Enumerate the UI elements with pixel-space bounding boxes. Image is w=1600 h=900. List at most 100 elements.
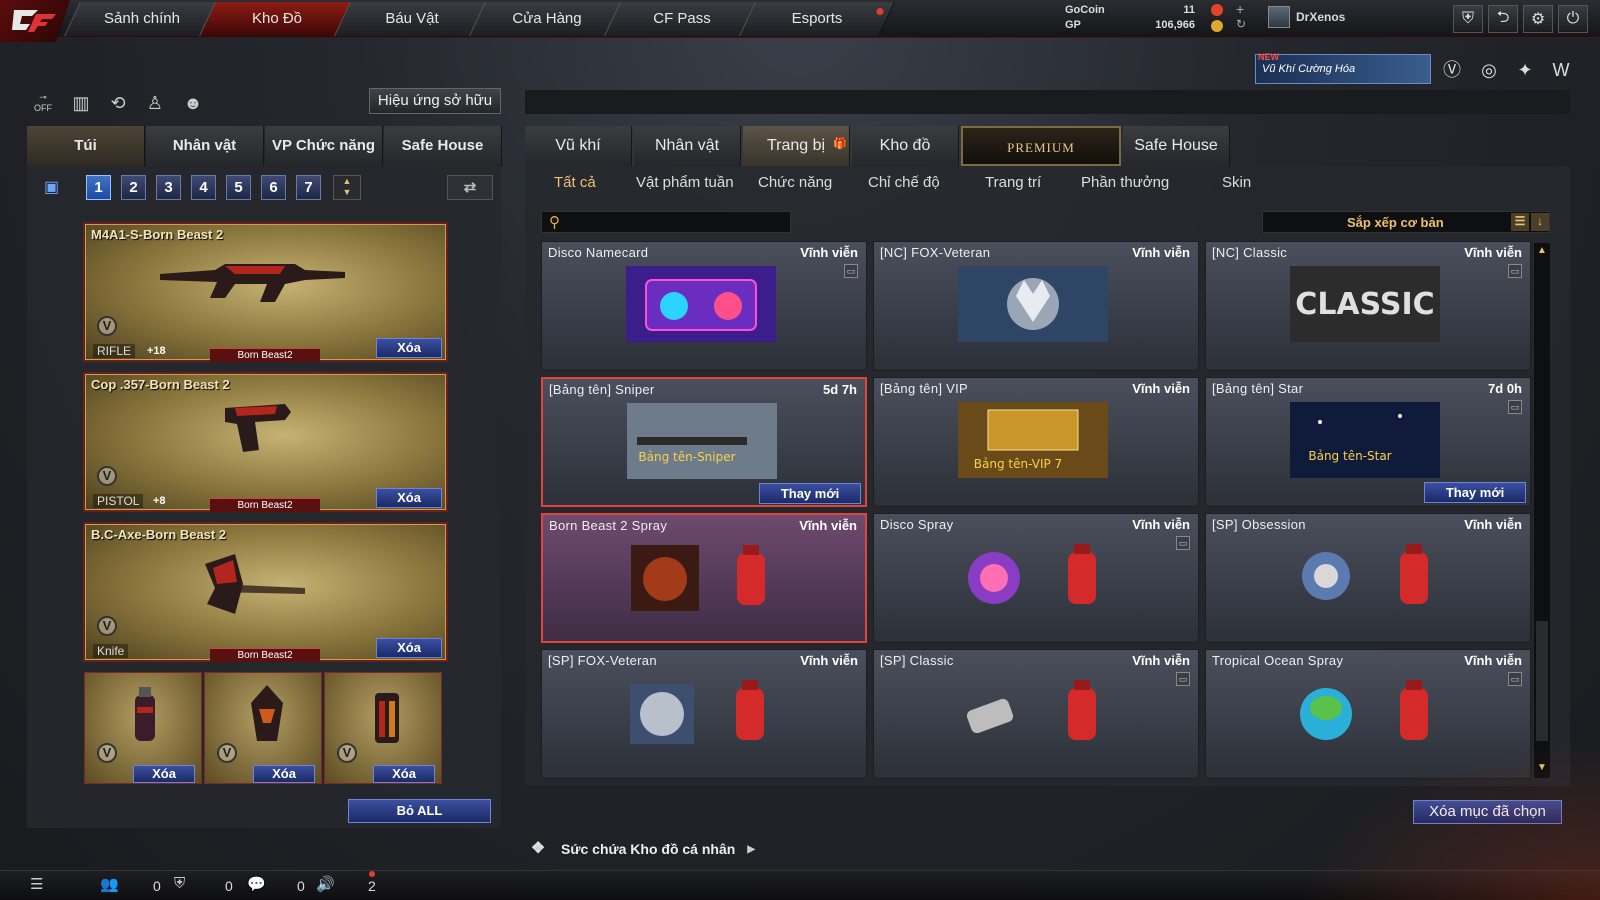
vip-icon[interactable]: Ⓥ <box>1438 56 1466 84</box>
history-icon[interactable]: ⟲ <box>105 90 131 116</box>
search-input[interactable]: ⚲ <box>541 211 791 233</box>
delete-button[interactable]: Xóa <box>373 765 435 783</box>
nav-tab-esports[interactable]: Esports <box>739 2 895 36</box>
item-card[interactable]: Tropical Ocean Spray Vĩnh viễn ▭ <box>1205 649 1531 779</box>
delete-button[interactable]: Xóa <box>376 338 442 358</box>
item-card[interactable]: [SP] FOX-Veteran Vĩnh viễn <box>541 649 867 779</box>
grenade-slot-1[interactable]: V Xóa <box>84 672 202 784</box>
item-card[interactable]: [NC] Classic Vĩnh viễn ▭ CLASSIC <box>1205 241 1531 371</box>
tab-premium[interactable]: PREMIUM <box>961 126 1121 166</box>
subtab-all[interactable]: Tất cả <box>554 174 596 191</box>
page-1-button[interactable]: 1 <box>86 175 111 200</box>
grenade-slot-3[interactable]: V Xóa <box>324 672 442 784</box>
item-card[interactable]: Born Beast 2 Spray Vĩnh viễn <box>541 513 867 643</box>
promo-banner[interactable]: NEW Vũ Khí Cường Hóa <box>1255 52 1431 84</box>
chat-icon[interactable]: 💬 <box>247 875 266 893</box>
friends-icon[interactable]: 👥 <box>100 875 119 893</box>
subtab-function[interactable]: Chức năng <box>758 174 832 191</box>
item-card[interactable]: [SP] Obsession Vĩnh viễn <box>1205 513 1531 643</box>
tab-equipment[interactable]: Trang bị 🎁 <box>743 126 850 166</box>
tab-storage[interactable]: Kho đồ <box>852 126 959 166</box>
tab-right-safe-house[interactable]: Safe House <box>1123 126 1230 166</box>
exit-room-icon[interactable]: ⮌ <box>1488 5 1518 33</box>
list-view-icon[interactable]: ☰ <box>1511 213 1529 231</box>
user-info[interactable]: DrXenos <box>1268 6 1345 28</box>
delete-button[interactable]: Xóa <box>376 638 442 658</box>
gear-icon[interactable]: ⚙ <box>1523 5 1553 33</box>
subtab-rewards[interactable]: Phần thưởng <box>1081 174 1169 191</box>
page-scroll-arrows[interactable]: ▲ ▼ <box>333 175 361 200</box>
nav-tab-lobby[interactable]: Sảnh chính <box>64 2 220 36</box>
w-emblem-icon[interactable]: W <box>1547 56 1575 84</box>
event-icon[interactable]: ✦ <box>1511 56 1539 84</box>
unequip-all-button[interactable]: Bỏ ALL <box>348 799 491 823</box>
toggle-off-icon[interactable]: ⊸ OFF <box>30 90 56 116</box>
delete-button[interactable]: Xóa <box>253 765 315 783</box>
item-card[interactable]: [Bảng tên] VIP Vĩnh viễn Bảng tên-VIP 7 <box>873 377 1199 507</box>
shield-icon[interactable]: ⛨ <box>1453 5 1483 33</box>
item-card[interactable]: Disco Spray Vĩnh viễn ▭ <box>873 513 1199 643</box>
delete-button[interactable]: Xóa <box>376 488 442 508</box>
scroll-up-icon[interactable]: ▲ <box>1535 245 1549 259</box>
delete-button[interactable]: Xóa <box>133 765 195 783</box>
clan-icon[interactable]: ⛨ <box>174 875 185 892</box>
tab-bag[interactable]: Túi <box>27 126 145 166</box>
page-4-button[interactable]: 4 <box>191 175 216 200</box>
grenade-slot-2[interactable]: V Xóa <box>204 672 322 784</box>
globe-icon[interactable]: ◎ <box>1475 56 1503 84</box>
tab-function-items[interactable]: VP Chức năng <box>265 126 383 166</box>
trash-icon[interactable]: ▭ <box>1508 400 1522 414</box>
trash-icon[interactable]: ▭ <box>1176 672 1190 686</box>
item-card[interactable]: [SP] Classic Vĩnh viễn ▭ <box>873 649 1199 779</box>
weapon-slot-knife[interactable]: B.C-Axe-Born Beast 2 V Knife Born Beast2… <box>83 522 448 662</box>
add-currency-icon[interactable]: + <box>1236 1 1244 17</box>
delete-selected-button[interactable]: Xóa mục đã chọn <box>1413 800 1562 824</box>
item-card[interactable]: [NC] FOX-Veteran Vĩnh viễn <box>873 241 1199 371</box>
subtab-skin[interactable]: Skin <box>1222 174 1251 191</box>
refresh-icon[interactable]: ↻ <box>1236 17 1246 31</box>
owned-effects-button[interactable]: Hiệu ứng sở hữu <box>369 88 501 114</box>
crossfire-logo[interactable] <box>0 0 70 42</box>
item-card[interactable]: [Bảng tên] Sniper 5d 7h Bảng tên-Sniper … <box>541 377 867 507</box>
menu-icon[interactable]: ☰ <box>30 875 43 893</box>
character-icon[interactable]: ♙ <box>142 90 168 116</box>
item-card[interactable]: [Bảng tên] Star 7d 0h ▭ Bảng tên-Star Th… <box>1205 377 1531 507</box>
trash-icon[interactable]: ▭ <box>1508 672 1522 686</box>
scroll-thumb[interactable] <box>1536 621 1548 741</box>
storage-capacity[interactable]: ❖ Sức chứa Kho đồ cá nhân ▶ <box>527 834 767 864</box>
trash-icon[interactable]: ▭ <box>844 264 858 278</box>
trash-icon[interactable]: ▭ <box>1176 536 1190 550</box>
transfer-icon[interactable]: ⇄ <box>447 175 493 200</box>
grenade-icon <box>251 685 283 741</box>
tab-character[interactable]: Nhân vật <box>146 126 264 166</box>
tab-safe-house[interactable]: Safe House <box>384 126 502 166</box>
page-5-button[interactable]: 5 <box>226 175 251 200</box>
sort-direction-icon[interactable]: ↓ <box>1531 213 1549 231</box>
scroll-down-icon[interactable]: ▼ <box>1535 762 1549 776</box>
nav-tab-treasure[interactable]: Báu Vật <box>334 2 490 36</box>
sound-icon[interactable]: 🔊 <box>316 875 335 893</box>
weapon-slot-pistol[interactable]: Cop .357-Born Beast 2 V PISTOL +8 Born B… <box>83 372 448 512</box>
sort-dropdown[interactable]: Sắp xếp cơ bản ☰ ↓ <box>1262 211 1550 233</box>
subtab-weekly[interactable]: Vật phẩm tuần <box>636 174 734 191</box>
tab-weapons[interactable]: Vũ khí <box>525 126 632 166</box>
weapon-slot-rifle[interactable]: M4A1-S-Born Beast 2 V RIFLE +18 Born Bea… <box>83 222 448 362</box>
mascot-icon[interactable]: ☻ <box>180 90 206 116</box>
stats-icon[interactable]: ▥ <box>68 90 94 116</box>
tab-characters[interactable]: Nhân vật <box>634 126 741 166</box>
subtab-mode-only[interactable]: Chỉ chế độ <box>868 174 940 191</box>
power-icon[interactable]: ⏻ <box>1558 5 1588 33</box>
page-7-button[interactable]: 7 <box>296 175 321 200</box>
page-3-button[interactable]: 3 <box>156 175 181 200</box>
nav-tab-inventory[interactable]: Kho Đồ <box>199 2 355 36</box>
subtab-decoration[interactable]: Trang trí <box>985 174 1041 191</box>
item-list-scrollbar[interactable]: ▲ ▼ <box>1534 243 1550 778</box>
item-card[interactable]: Disco Namecard Vĩnh viễn ▭ <box>541 241 867 371</box>
nav-tab-shop[interactable]: Cửa Hàng <box>469 2 625 36</box>
page-6-button[interactable]: 6 <box>261 175 286 200</box>
trash-icon[interactable]: ▭ <box>1508 264 1522 278</box>
page-2-button[interactable]: 2 <box>121 175 146 200</box>
renew-button[interactable]: Thay mới <box>759 483 861 504</box>
nav-tab-cf-pass[interactable]: CF Pass <box>604 2 760 36</box>
renew-button[interactable]: Thay mới <box>1424 482 1526 503</box>
